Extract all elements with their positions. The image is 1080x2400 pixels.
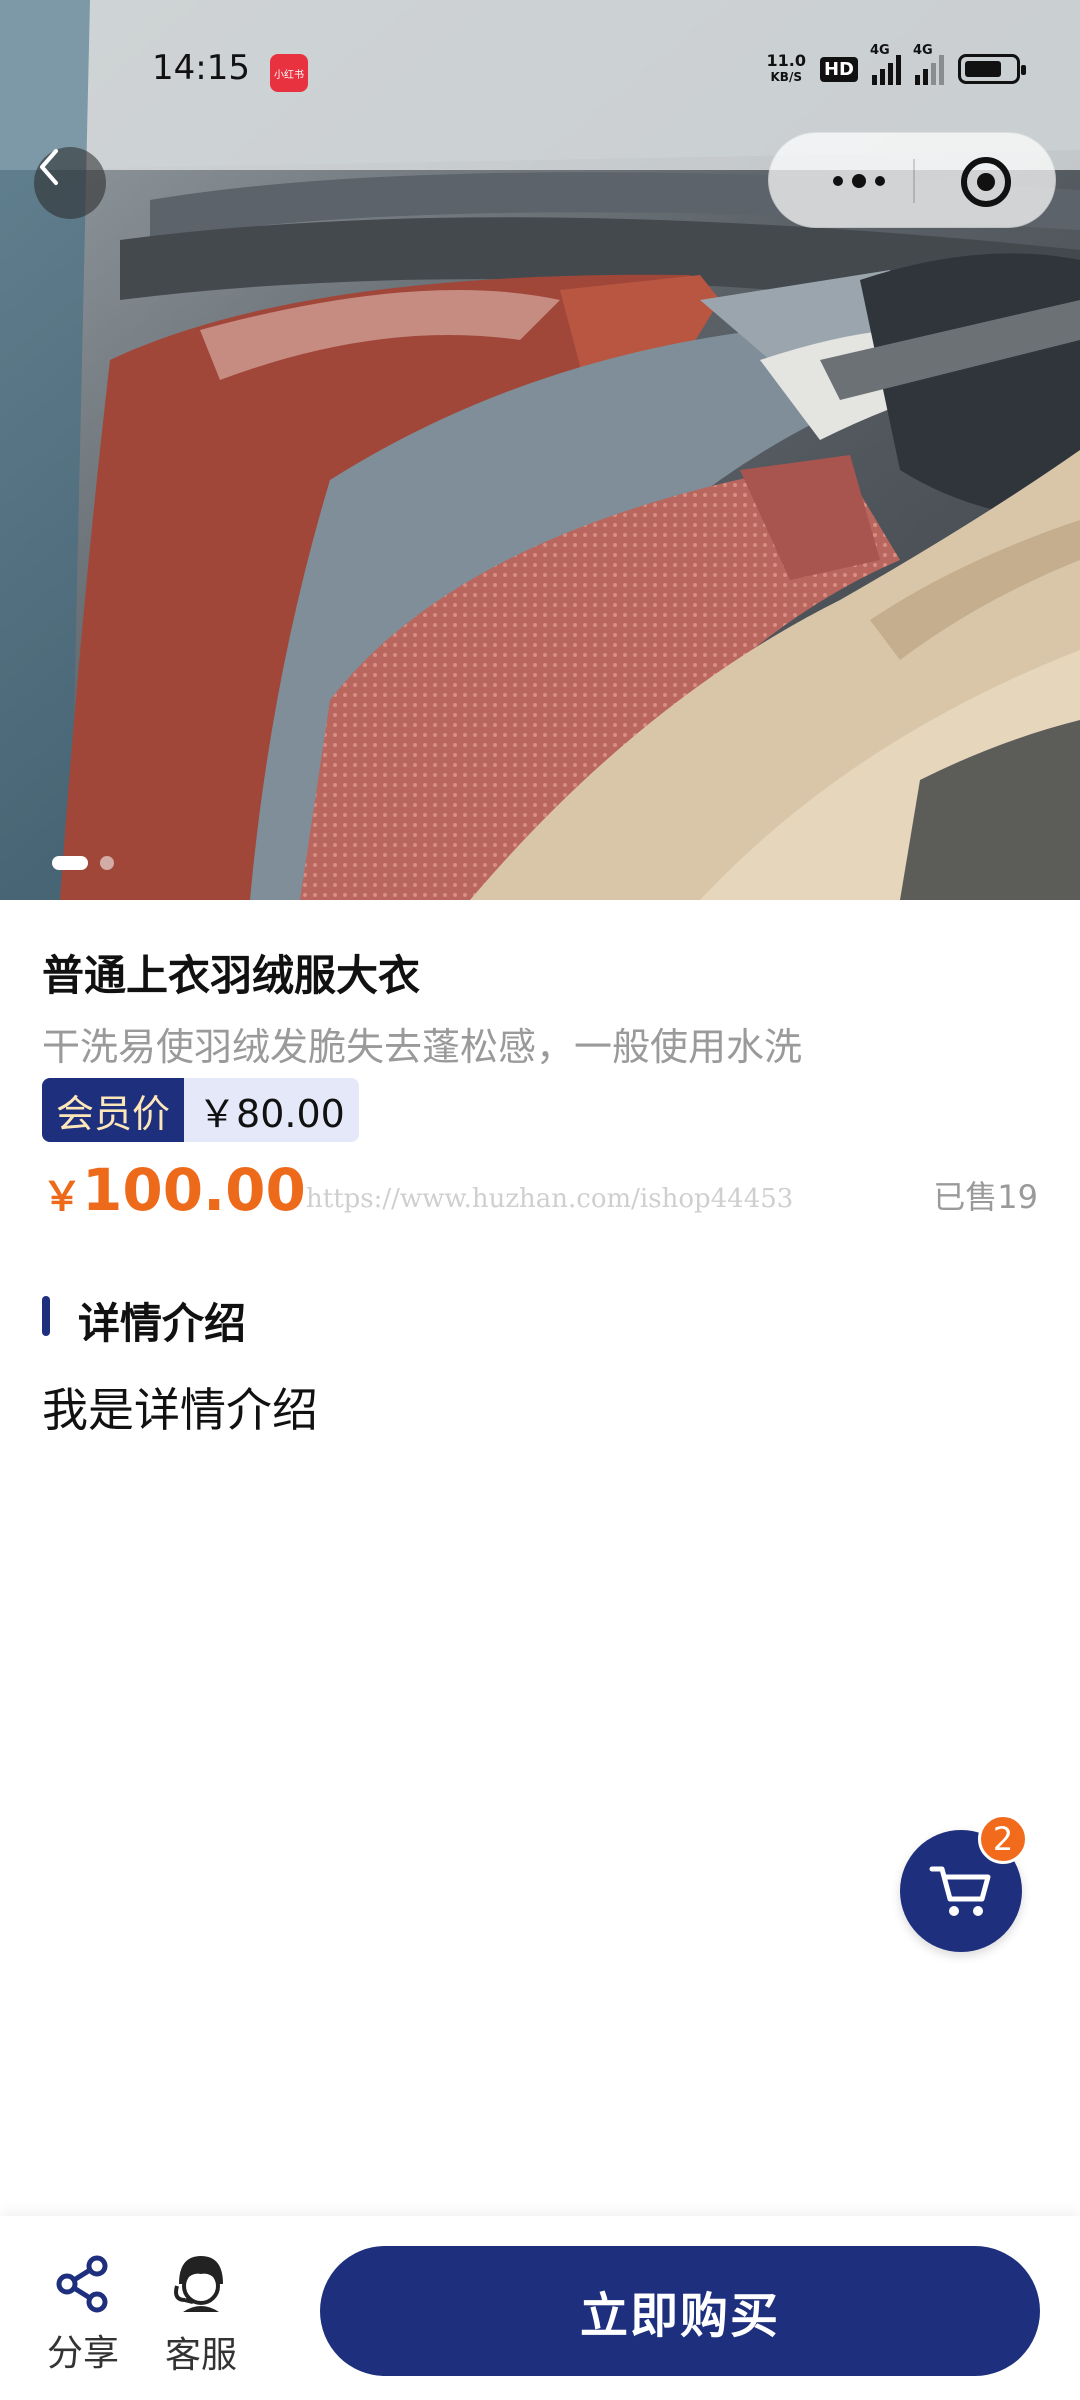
more-icon[interactable]: [809, 161, 909, 201]
app-notification-icon: 小红书: [270, 54, 308, 92]
net-speed-value: 11.0: [766, 51, 806, 70]
price-currency: ￥: [42, 1174, 82, 1220]
customer-service-icon: [174, 2256, 223, 2312]
customer-service-button[interactable]: 客服: [156, 2250, 246, 2378]
signal-4g-1-icon: 4G: [870, 43, 901, 85]
sold-count: 已售19: [933, 1178, 1038, 1216]
battery-icon: [958, 54, 1026, 84]
product-title: 普通上衣羽绒服大衣: [42, 951, 421, 1000]
details-section-title: 详情介绍: [78, 1299, 247, 1348]
product-detail-page: 14:15 小红书 11.0 KB/S HD 4G 4G 普通上衣羽绒服大衣 干…: [0, 0, 1080, 2400]
member-price-value: ￥80.00: [184, 1078, 359, 1142]
capsule-divider: [913, 159, 915, 203]
net-speed-unit: KB/S: [770, 70, 802, 84]
status-icons: 11.0 KB/S HD 4G 4G: [767, 43, 1026, 86]
watermark-text: https://www.huzhan.com/ishop44453: [306, 1184, 794, 1214]
product-image-carousel[interactable]: 14:15 小红书 11.0 KB/S HD 4G 4G: [0, 0, 1080, 900]
service-label: 客服: [164, 2335, 237, 2376]
back-button[interactable]: [34, 147, 106, 219]
member-price-tag: 会员价: [42, 1078, 185, 1142]
product-price: ￥100.00: [42, 1156, 306, 1224]
carousel-dot[interactable]: [100, 856, 114, 870]
share-label: 分享: [46, 2333, 119, 2374]
buy-now-button[interactable]: 立即购买: [320, 2246, 1040, 2376]
signal-4g-2-icon: 4G: [913, 43, 944, 85]
network-label-2: 4G: [913, 43, 933, 58]
network-label-1: 4G: [870, 43, 890, 58]
price-amount: 100.00: [82, 1156, 306, 1224]
bottom-action-bar: 分享 客服 立即购买: [0, 2216, 1080, 2400]
chevron-left-icon: [40, 149, 58, 185]
miniprogram-capsule: [768, 132, 1056, 228]
status-bar: 14:15 小红书 11.0 KB/S HD 4G 4G: [0, 40, 1080, 110]
carousel-indicator: [52, 856, 114, 870]
carousel-dot-active[interactable]: [52, 856, 88, 870]
product-subtitle: 干洗易使羽绒发脆失去蓬松感，一般使用水洗: [42, 1025, 803, 1069]
cart-icon: [929, 1866, 991, 1916]
close-miniprogram-icon[interactable]: [961, 157, 1011, 207]
section-accent-bar: [42, 1296, 50, 1336]
status-time: 14:15: [152, 48, 250, 88]
share-icon: [56, 2255, 108, 2313]
share-button[interactable]: 分享: [40, 2254, 126, 2376]
member-price-badge: 会员价 ￥80.00: [42, 1078, 359, 1142]
details-content: 我是详情介绍: [42, 1383, 318, 1437]
hd-icon: HD: [819, 56, 858, 82]
cart-count-badge: 2: [978, 1814, 1028, 1864]
net-speed: 11.0 KB/S: [767, 52, 806, 86]
